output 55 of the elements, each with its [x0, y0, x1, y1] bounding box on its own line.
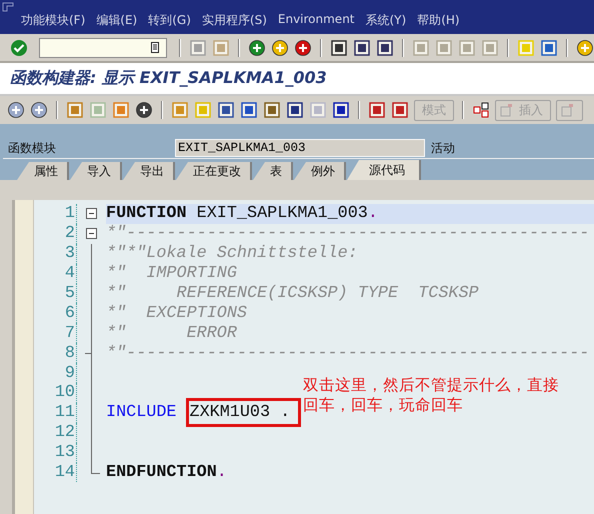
- menu-item[interactable]: Environment: [278, 12, 354, 29]
- code-text: *" EXCEPTIONS: [106, 304, 247, 323]
- tab[interactable]: 导入: [70, 162, 122, 180]
- status-text: 活动: [431, 140, 455, 156]
- line-number: 3: [34, 244, 77, 264]
- highlighted-code: ZXKM1U03 .: [186, 398, 302, 428]
- menu-item[interactable]: 转到(G): [148, 12, 191, 29]
- tab[interactable]: 表: [253, 162, 293, 180]
- system-menu-icon[interactable]: [2, 2, 14, 12]
- menu-item[interactable]: 编辑(E): [96, 12, 138, 29]
- line-number: 6: [34, 303, 77, 324]
- code-text: EXIT_SAPLKMA1_003: [196, 204, 368, 224]
- code-text: *" IMPORTING: [106, 264, 237, 284]
- code-text: *"----------------------------------------------: [106, 344, 590, 363]
- code-text: .: [368, 204, 378, 224]
- line-number: 14: [34, 462, 77, 482]
- code-text: *" REFERENCE(ICSKSP) TYPE TCSKSP: [106, 284, 479, 303]
- code-text: *"*"Lokale Schnittstelle:: [106, 244, 358, 264]
- tab[interactable]: 源代码: [347, 160, 421, 180]
- tab[interactable]: 属性: [17, 162, 69, 180]
- line-number: 2: [34, 224, 77, 244]
- line-number: 13: [34, 442, 77, 463]
- code-text: ENDFUNCTION: [106, 463, 217, 482]
- command-field[interactable]: [39, 38, 167, 58]
- menu-item[interactable]: 功能模块(F): [21, 12, 86, 29]
- line-number: 1: [34, 204, 77, 224]
- line-number: 9: [34, 363, 77, 384]
- line-number: 12: [34, 422, 77, 443]
- line-number: 4: [34, 264, 77, 284]
- line-number: 10: [34, 383, 77, 403]
- line-number: 5: [34, 284, 77, 304]
- enter-icon[interactable]: [10, 38, 28, 56]
- screen-title: 函数构建器: 显示 EXIT_SAPLKMA1_003: [10, 68, 327, 89]
- page-icon: [561, 103, 575, 117]
- annotation-text: 双击这里，然后不管提示什么，直接: [303, 375, 559, 395]
- function-module-field[interactable]: EXIT_SAPLKMA1_003: [175, 139, 425, 157]
- menu-item[interactable]: 系统(Y): [366, 12, 406, 29]
- code-text: FUNCTION: [106, 204, 187, 224]
- code-text: .: [216, 463, 227, 482]
- line-number: 11: [34, 402, 77, 423]
- menu-item[interactable]: 帮助(H): [417, 12, 460, 29]
- tab[interactable]: 导出: [123, 162, 175, 180]
- annotation-text: 回车，回车，玩命回车: [303, 395, 464, 415]
- collapse-icon[interactable]: [86, 208, 97, 220]
- field-label: 函数模块: [8, 140, 57, 156]
- code-text: *" ERROR: [106, 324, 237, 343]
- tab[interactable]: 例外: [294, 162, 346, 180]
- code-text: *"----------------------------------------------: [106, 224, 590, 244]
- menu-item[interactable]: 实用程序(S): [202, 12, 267, 29]
- code-text: INCLUDE: [106, 403, 176, 422]
- line-number: 7: [34, 323, 77, 344]
- blocks-icon[interactable]: [472, 101, 490, 119]
- tab[interactable]: 正在更改: [176, 162, 252, 180]
- collapse-icon[interactable]: [86, 228, 97, 240]
- line-number: 8: [34, 343, 77, 364]
